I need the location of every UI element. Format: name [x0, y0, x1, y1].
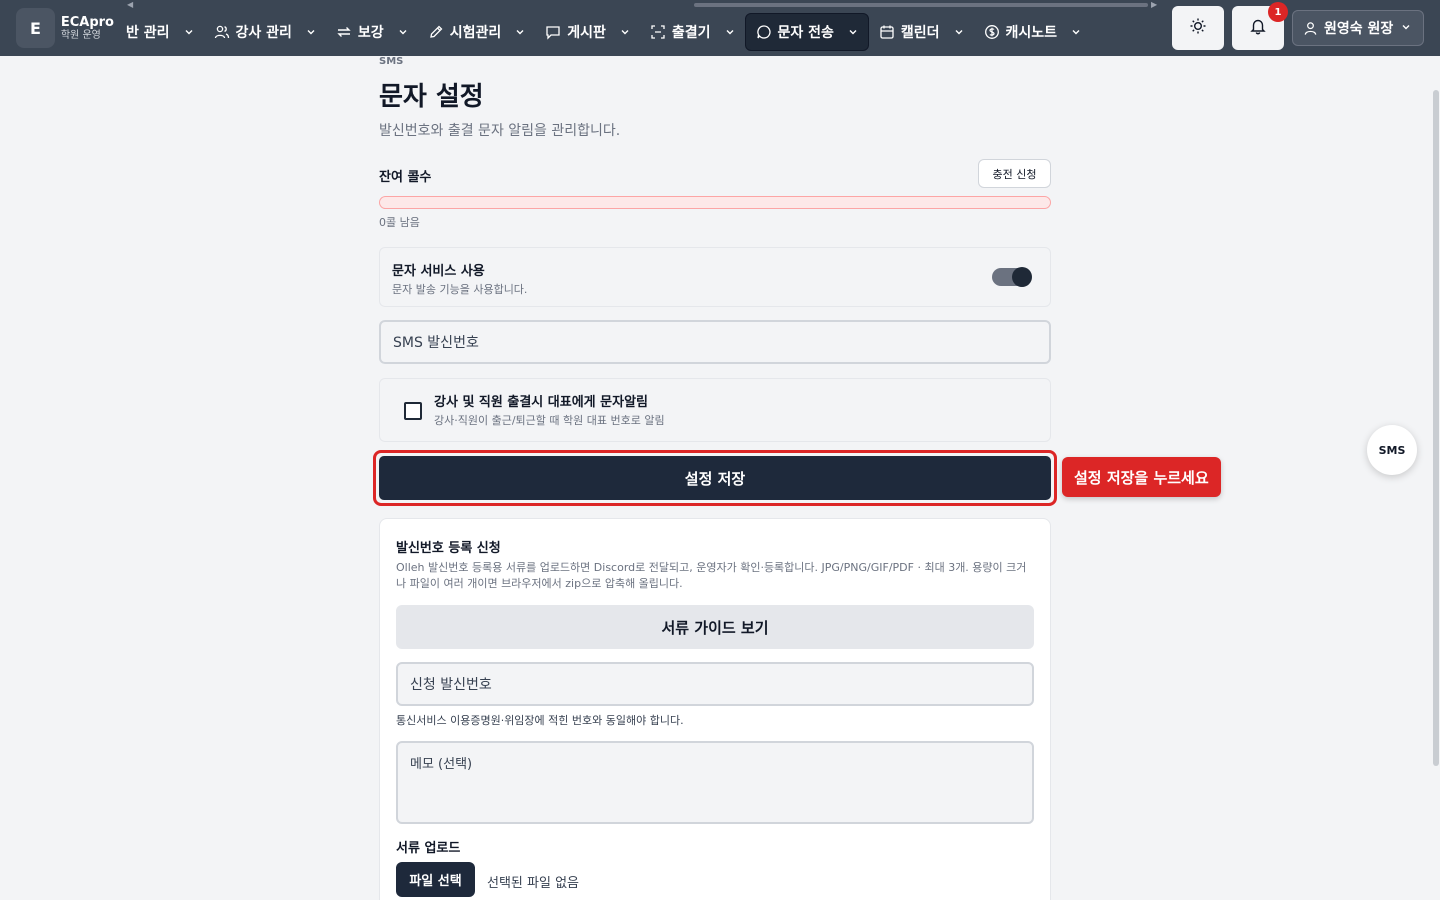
- document-guide-button[interactable]: 서류 가이드 보기: [396, 605, 1034, 649]
- scan-icon: [650, 24, 666, 40]
- chevron-down-icon: [1071, 27, 1081, 37]
- balance-progress-bar: [379, 196, 1051, 209]
- requested-number-input[interactable]: 신청 발신번호: [396, 662, 1034, 706]
- toggle-knob: [1012, 267, 1032, 287]
- sms-service-card: 문자 서비스 사용 문자 발송 기능을 사용합니다.: [379, 247, 1051, 307]
- repeat-icon: [336, 24, 352, 40]
- sms-floating-button[interactable]: SMS: [1367, 425, 1417, 475]
- sms-service-toggle[interactable]: [992, 267, 1032, 287]
- nav-item-makeup[interactable]: 보강: [326, 13, 418, 51]
- notification-button[interactable]: 1: [1232, 2, 1288, 50]
- charge-request-button[interactable]: 충전 신청: [978, 159, 1051, 188]
- chevron-down-icon: [954, 27, 964, 37]
- theme-toggle-button[interactable]: [1172, 6, 1224, 50]
- nav-item-class[interactable]: 반 관리: [124, 13, 204, 51]
- save-hint-tooltip: 설정 저장을 누르세요: [1062, 457, 1221, 497]
- notify-title: 강사 및 직원 출결시 대표에게 문자알림: [434, 395, 648, 410]
- nav-item-sms[interactable]: 문자 전송: [744, 13, 869, 51]
- user-icon: [1303, 21, 1318, 36]
- nav-scrollbar[interactable]: [694, 3, 1148, 7]
- nav-scroll-left-icon[interactable]: ◀: [127, 0, 133, 9]
- nav-item-cashnote[interactable]: 캐시노트: [974, 13, 1092, 51]
- notification-badge: 1: [1268, 2, 1288, 22]
- message-square-icon: [545, 24, 561, 40]
- upload-label: 서류 업로드: [396, 841, 461, 856]
- staff-attendance-notify-checkbox[interactable]: [404, 402, 422, 420]
- page-description: 발신번호와 출결 문자 알림을 관리합니다.: [379, 123, 621, 139]
- registration-title: 발신번호 등록 신청: [396, 541, 501, 556]
- chevron-down-icon: [725, 27, 735, 37]
- brand-name: ECApro: [60, 14, 114, 30]
- nav-item-board[interactable]: 게시판: [535, 13, 640, 51]
- staff-attendance-notify-card: 강사 및 직원 출결시 대표에게 문자알림 강사·직원이 출근/퇴근할 때 학원…: [379, 378, 1051, 442]
- dollar-icon: [984, 24, 1000, 40]
- main-nav: 반 관리 강사 관리 보강 시험관리 게시판 출결기 문자 전송 캘린더 캐시노…: [124, 12, 1091, 52]
- chevron-down-icon: [398, 27, 408, 37]
- page-title: 문자 설정: [379, 82, 484, 112]
- notify-subtitle: 강사·직원이 출근/퇴근할 때 학원 대표 번호로 알림: [434, 414, 665, 427]
- chevron-down-icon: [620, 27, 630, 37]
- nav-scroll-right-icon[interactable]: ▶: [1151, 0, 1157, 9]
- chevron-down-icon: [184, 27, 194, 37]
- pen-icon: [428, 24, 444, 40]
- bell-icon: [1249, 17, 1267, 39]
- chevron-down-icon: [306, 27, 316, 37]
- user-menu-button[interactable]: 원영숙 원장: [1292, 10, 1424, 46]
- chevron-down-icon: [848, 27, 858, 37]
- users-icon: [214, 24, 230, 40]
- brand[interactable]: E ECApro 학원 운영: [16, 7, 114, 49]
- file-status-text: 선택된 파일 없음: [487, 876, 579, 891]
- nav-item-exam[interactable]: 시험관리: [418, 13, 536, 51]
- chevron-down-icon: [1401, 20, 1411, 36]
- brand-logo: E: [16, 8, 55, 48]
- save-button-highlight: 설정 저장: [373, 450, 1057, 506]
- registration-description: Olleh 발신번호 등록용 서류를 업로드하면 Discord로 전달되고, …: [396, 561, 1027, 590]
- sun-icon: [1189, 17, 1207, 39]
- page-scrollbar-thumb[interactable]: [1433, 90, 1439, 766]
- message-circle-icon: [756, 24, 772, 40]
- nav-item-instructor[interactable]: 강사 관리: [204, 13, 326, 51]
- calendar-icon: [879, 24, 895, 40]
- sender-registration-card: 발신번호 등록 신청 Olleh 발신번호 등록용 서류를 업로드하면 Disc…: [379, 518, 1051, 900]
- user-name: 원영숙 원장: [1324, 21, 1394, 37]
- sms-service-title: 문자 서비스 사용: [392, 264, 485, 279]
- nav-item-attendance-device[interactable]: 출결기: [640, 13, 745, 51]
- memo-textarea[interactable]: 메모 (선택): [396, 741, 1034, 824]
- requested-number-hint: 통신서비스 이용증명원·위임장에 적힌 번호와 동일해야 합니다.: [396, 714, 684, 727]
- nav-item-calendar[interactable]: 캘린더: [869, 13, 974, 51]
- top-navbar: E ECApro 학원 운영 ◀ ▶ 반 관리 강사 관리 보강 시험관리 게시…: [0, 0, 1440, 56]
- brand-subtitle: 학원 운영: [60, 29, 101, 41]
- breadcrumb: SMS: [379, 56, 404, 67]
- choose-file-button[interactable]: 파일 선택: [396, 862, 475, 897]
- sms-service-subtitle: 문자 발송 기능을 사용합니다.: [392, 283, 528, 296]
- balance-remaining-text: 0콜 남음: [379, 216, 420, 229]
- sms-sender-number-input[interactable]: SMS 발신번호: [379, 320, 1051, 364]
- save-settings-button[interactable]: 설정 저장: [379, 456, 1051, 500]
- chevron-down-icon: [515, 27, 525, 37]
- balance-label: 잔여 콜수: [379, 170, 432, 185]
